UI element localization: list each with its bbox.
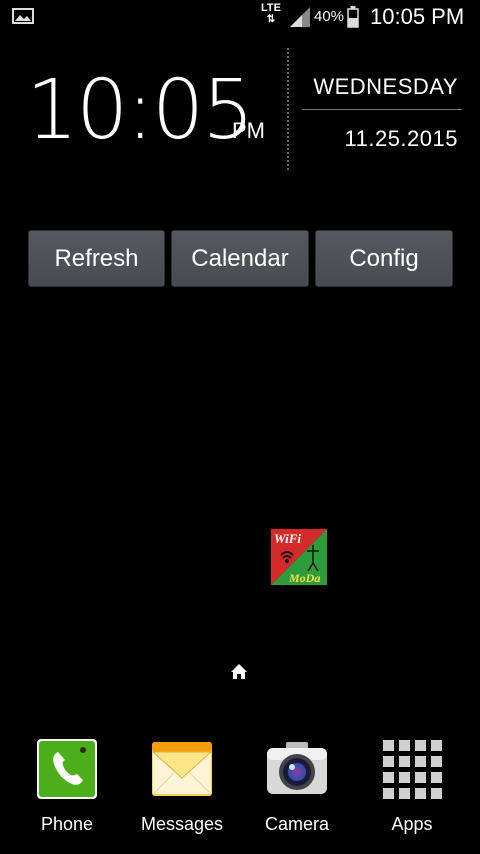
- clock-ampm: PM: [232, 118, 265, 143]
- wifi-moda-line1: WiFi: [274, 531, 301, 546]
- camera-icon: [267, 742, 327, 794]
- calendar-button[interactable]: Calendar: [171, 230, 309, 287]
- data-arrows-icon: ⇅: [266, 14, 276, 25]
- home-icon[interactable]: [230, 663, 248, 681]
- clock-time: 10:05: [26, 63, 254, 158]
- dock-apps[interactable]: Apps: [364, 738, 460, 835]
- status-bar[interactable]: LTE ⇅ 40% 10:05 PM: [0, 0, 480, 34]
- network-type-label: LTE: [261, 2, 281, 14]
- dock-phone-label: Phone: [40, 814, 94, 834]
- messages-icon: [151, 742, 213, 796]
- dock-messages[interactable]: Messages: [134, 738, 230, 835]
- wifi-moda-line2: MoDa: [288, 571, 320, 585]
- config-button[interactable]: Config: [315, 230, 453, 287]
- dock-messages-label: Messages: [140, 814, 224, 834]
- battery-icon: [347, 6, 359, 28]
- dock-camera[interactable]: Camera: [249, 738, 345, 835]
- signal-icon: [290, 7, 310, 27]
- refresh-button[interactable]: Refresh: [28, 230, 165, 287]
- dock-camera-label: Camera: [264, 814, 330, 834]
- clock-divider: [287, 48, 289, 170]
- clock-day: WEDNESDAY: [313, 74, 458, 99]
- clock-date: 11.25.2015: [344, 126, 458, 151]
- network-type-indicator: LTE ⇅: [258, 3, 284, 29]
- dock-apps-label: Apps: [391, 814, 433, 834]
- wifi-moda-app-icon[interactable]: WiFi MoDa: [271, 529, 327, 585]
- date-divider: [302, 109, 462, 110]
- battery-percent: 40%: [314, 8, 345, 25]
- phone-icon: [37, 739, 97, 799]
- gallery-icon: [12, 8, 34, 24]
- dock-phone[interactable]: Phone: [19, 738, 115, 835]
- status-time: 10:05 PM: [370, 4, 465, 29]
- apps-grid-icon: [383, 740, 442, 799]
